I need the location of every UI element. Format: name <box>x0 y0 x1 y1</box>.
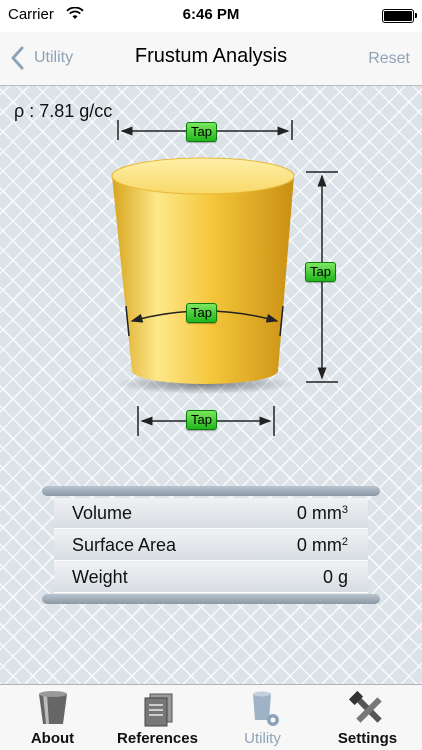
result-row-surface-area: Surface Area 0 mm2 <box>54 530 368 561</box>
panel-rail-top <box>42 486 380 496</box>
frustum-canvas: ρ : 7.81 g/cc Tap Tap Tap Tap Volume 0 m… <box>0 86 422 684</box>
tab-label: Settings <box>337 730 398 747</box>
tab-utility[interactable]: Utility <box>210 685 315 750</box>
utility-icon <box>252 691 279 726</box>
tab-about[interactable]: About <box>0 685 105 750</box>
frustum-body <box>112 176 294 384</box>
cup-icon <box>38 691 67 724</box>
results-panel: Volume 0 mm3 Surface Area 0 mm2 Weight 0… <box>42 486 380 604</box>
result-row-weight: Weight 0 g <box>54 562 368 593</box>
mid-circumference-tap-button[interactable]: Tap <box>186 303 217 323</box>
status-bar: Carrier 6:46 PM <box>0 0 422 32</box>
navigation-bar: Utility Frustum Analysis Reset <box>0 32 422 86</box>
result-value: 0 g <box>322 567 348 587</box>
tab-label: About <box>30 730 75 747</box>
battery-icon <box>382 9 417 23</box>
page-title: Frustum Analysis <box>134 45 288 67</box>
result-row-volume: Volume 0 mm3 <box>54 498 368 529</box>
result-label: Volume <box>72 503 133 523</box>
frustum-top <box>111 157 295 195</box>
tools-icon <box>348 690 382 723</box>
tab-label: References <box>117 730 198 747</box>
result-value: 0 mm3 <box>296 503 348 523</box>
tab-label: Utility <box>244 730 281 747</box>
result-label: Weight <box>72 567 128 587</box>
results-table: Volume 0 mm3 Surface Area 0 mm2 Weight 0… <box>54 498 368 594</box>
clock: 6:46 PM <box>182 6 240 23</box>
tab-settings[interactable]: Settings <box>315 685 420 750</box>
frustum-figure <box>111 120 338 436</box>
documents-icon <box>144 693 172 727</box>
tab-bar: About References Utility Settings <box>0 684 422 750</box>
height-tap-button[interactable]: Tap <box>305 262 336 282</box>
top-diameter-tap-button[interactable]: Tap <box>186 122 217 142</box>
bottom-diameter-tap-button[interactable]: Tap <box>186 410 217 430</box>
result-label: Surface Area <box>72 535 177 555</box>
reset-button[interactable]: Reset <box>368 50 410 68</box>
tab-references[interactable]: References <box>105 685 210 750</box>
panel-rail-bottom <box>42 594 380 604</box>
result-value: 0 mm2 <box>296 535 348 555</box>
